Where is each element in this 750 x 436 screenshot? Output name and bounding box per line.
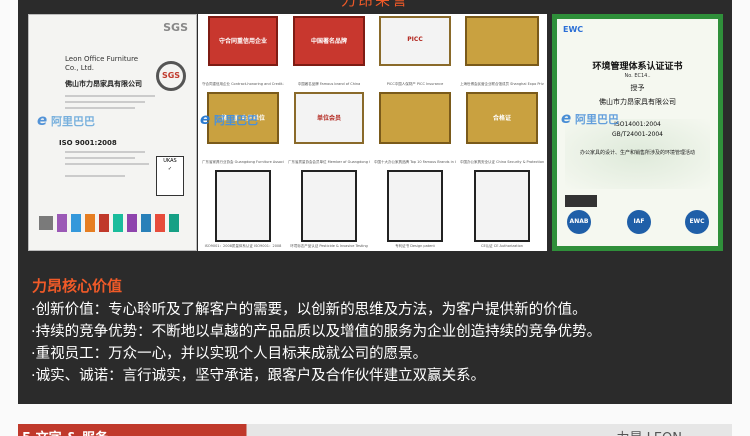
certificates-grid-image: 守合同重信用企业 守合同重信用企业 Contract-honoring and …: [198, 14, 547, 251]
certificate-frame: [301, 170, 357, 242]
certificate-item: 专利证书 Design patent: [374, 168, 456, 250]
iso-cert-number: No. EC14..: [624, 73, 651, 79]
certificate-item: 中国著名品牌 中国著名品牌 Famous brand of China: [288, 14, 370, 88]
certificate-caption: 守合同重信用企业 Contract-honoring and Credit-ke…: [202, 82, 284, 86]
certificate-frame: 合格证: [466, 92, 538, 144]
sgs-text-line: [65, 101, 145, 103]
iso-certificate-image: EWC 环境管理体系认证证书 No. EC14.. 授予 佛山市力昂家具有限公司…: [552, 14, 723, 251]
sgs-logo-strip-icon: [39, 214, 179, 232]
next-section-bar: 5 文字 & 服务 力昂 LEON: [18, 424, 732, 436]
certificate-item: 第二届 会员单位 广东省家具行业协会 Guangdong Furniture A…: [202, 90, 284, 166]
certificate-caption: ISO9001：2008质量体系认证 ISO9001：2008: [204, 244, 282, 248]
iso-stamp: [565, 195, 597, 207]
iso-watermark: e 阿里巴巴: [561, 109, 620, 127]
core-value-item: ·重视员工：万众一心，并以实现个人目标来成就公司的愿景。: [31, 346, 428, 362]
core-values-title: 力昂核心价值: [32, 277, 123, 295]
certificate-caption: 专利证书 Design patent: [395, 244, 435, 248]
sgs-text-line: [65, 175, 125, 177]
certificate-caption: 广东省家具行业协会 Guangdong Furniture Associatio…: [202, 160, 284, 164]
grid-watermark: e 阿里巴巴: [200, 110, 259, 128]
iso-scope: 办公家具的设计、生产和销售所涉及的环境管理活动: [579, 150, 695, 156]
sgs-company-en: Leon Office Furniture Co., Ltd.: [65, 55, 139, 72]
certificate-caption: PICC中国人保财产 PICC Insurance: [386, 82, 444, 86]
certificate-frame: [379, 92, 451, 144]
certificate-frame: 单位会员: [294, 92, 364, 144]
certificate-item: 中国十大办公家具品牌 Top 10 Famous Brands in China: [374, 90, 456, 166]
brand-label: 力昂 LEON: [616, 427, 682, 436]
certificate-frame: [474, 170, 530, 242]
sgs-text-line: [65, 107, 135, 109]
sgs-text-line: [65, 151, 145, 153]
sgs-company-cn: 佛山市力昂家具有限公司: [65, 80, 142, 88]
certificate-item: 环境标志产品认证 Pesticide & Invasive Testing: [288, 168, 370, 250]
certificate-caption: 中国办公家具安全认证 China Security & Protection I…: [460, 160, 544, 164]
sgs-brand: SGS: [163, 21, 188, 34]
certificate-frame: [465, 16, 539, 66]
certificate-frame: 守合同重信用企业: [208, 16, 278, 66]
sgs-logo-icon: SGS: [156, 61, 186, 91]
ewc-logo-icon: EWC: [563, 25, 584, 34]
iso-award: 授予: [630, 84, 645, 92]
sgs-certificate-image: SGS Leon Office Furniture Co., Ltd. 佛山市力…: [28, 14, 197, 251]
sgs-standard: ISO 9001:2008: [59, 139, 117, 147]
sgs-text-line: [65, 95, 155, 97]
certificate-caption: 广东省质量协会会员单位 Member of Guangdong Quality …: [288, 160, 370, 164]
certificate-item: CE认证 CE Authorization: [460, 168, 544, 250]
ewc-seal-icon: EWC: [685, 210, 709, 234]
certificate-caption: 上海世博会民营企业联合馆成员 Shanghai Expo Private Ent…: [460, 82, 544, 86]
core-value-item: ·持续的竞争优势：不断地以卓越的产品品质以及增值的服务为企业创造持续的竞争优势。: [31, 324, 602, 340]
certificate-frame: [387, 170, 443, 242]
certificate-item: PICC PICC中国人保财产 PICC Insurance: [374, 14, 456, 88]
certificate-item: 上海世博会民营企业联合馆成员 Shanghai Expo Private Ent…: [460, 14, 544, 88]
certificate-frame: PICC: [379, 16, 451, 66]
certificate-caption: 中国十大办公家具品牌 Top 10 Famous Brands in China: [374, 160, 456, 164]
certificate-caption: 中国著名品牌 Famous brand of China: [297, 82, 361, 86]
certificate-item: 单位会员 广东省质量协会会员单位 Member of Guangdong Qua…: [288, 90, 370, 166]
section-title: 力昂荣誉: [340, 0, 409, 9]
certificate-item: 守合同重信用企业 守合同重信用企业 Contract-honoring and …: [202, 14, 284, 88]
certificate-caption: 环境标志产品认证 Pesticide & Invasive Testing: [290, 244, 368, 248]
honors-panel: 力昂荣誉 SGS Leon Office Furniture Co., Ltd.…: [18, 0, 732, 404]
core-value-item: ·创新价值：专心聆听及了解客户的需要，以创新的思维及方法，为客户提供新的价值。: [31, 302, 587, 318]
anab-seal-icon: ANAB: [567, 210, 591, 234]
iso-company: 佛山市力昂家具有限公司: [599, 98, 676, 106]
certificate-caption: CE认证 CE Authorization: [481, 244, 523, 248]
iaf-seal-icon: IAF: [627, 210, 651, 234]
sgs-watermark: e 阿里巴巴: [37, 111, 96, 129]
iso-certificate-body: EWC 环境管理体系认证证书 No. EC14.. 授予 佛山市力昂家具有限公司…: [557, 19, 718, 246]
next-section-title: 5 文字 & 服务: [22, 427, 108, 436]
iso-title: 环境管理体系认证证书: [592, 62, 683, 72]
ukas-badge-icon: UKAS ✓: [156, 156, 184, 196]
certificate-item: 合格证 中国办公家具安全认证 China Security & Protecti…: [460, 90, 544, 166]
core-value-item: ·诚实、诚诺：言行诚实，坚守承诺，跟客户及合作伙伴建立双赢关系。: [31, 368, 486, 384]
certificate-frame: 中国著名品牌: [293, 16, 365, 66]
sgs-text-line: [65, 157, 135, 159]
certificate-frame: [215, 170, 271, 242]
sgs-text-line: [65, 163, 149, 165]
certificate-item: ISO9001：2008质量体系认证 ISO9001：2008: [202, 168, 284, 250]
iso-standard-2: GB/T24001-2004: [612, 131, 663, 138]
